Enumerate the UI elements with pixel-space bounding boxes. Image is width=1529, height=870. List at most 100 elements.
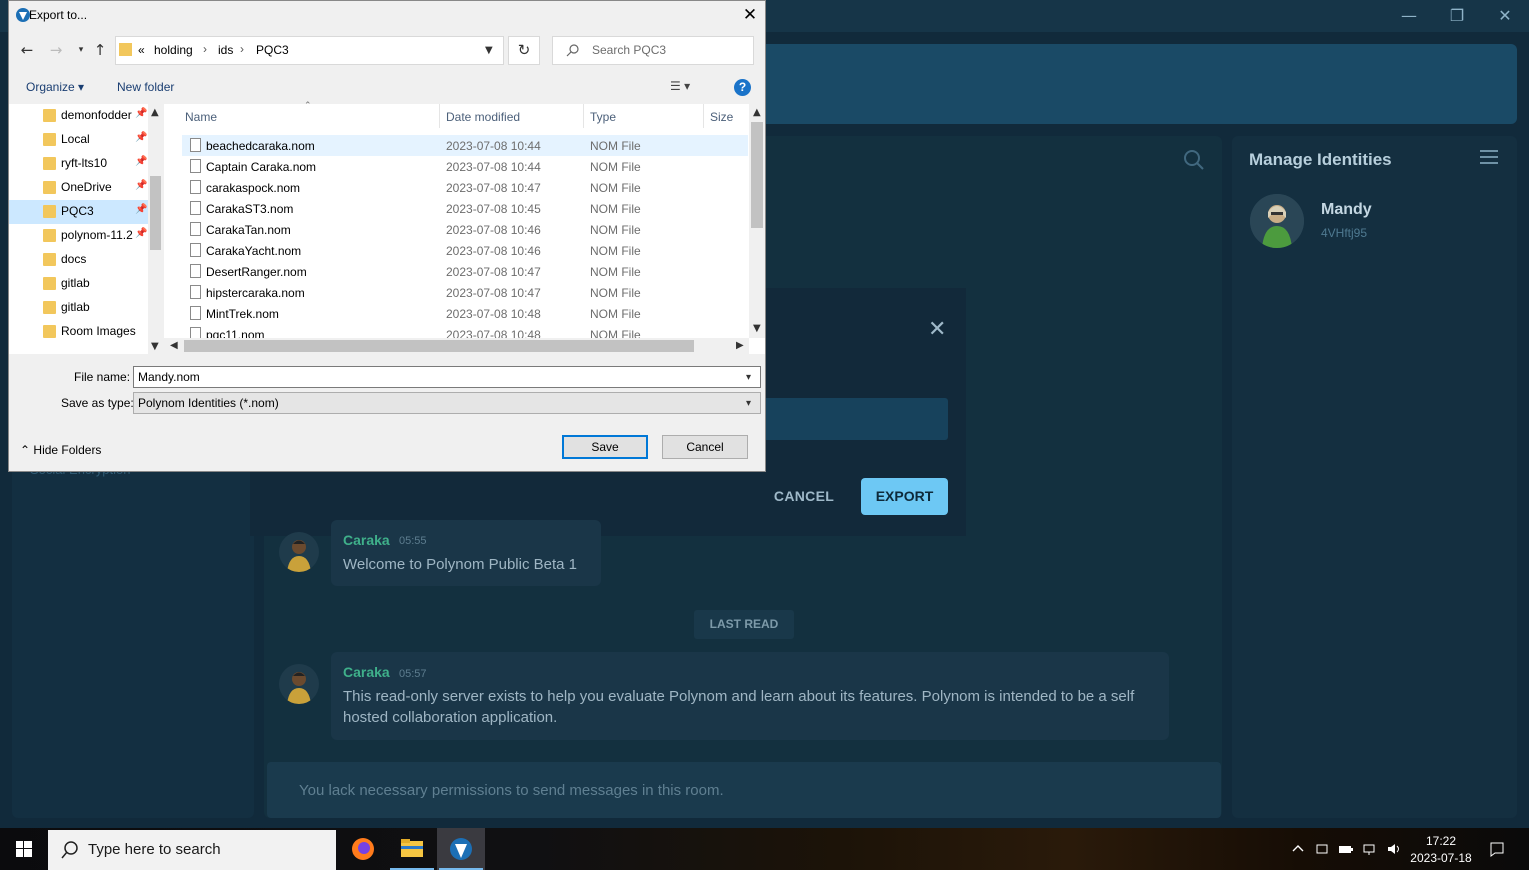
help-icon[interactable]: ?: [734, 79, 751, 96]
file-row[interactable]: beachedcaraka.nom 2023-07-08 10:44 NOM Fil…: [182, 135, 748, 156]
nav-item-demonfodder[interactable]: demonfodder 📌: [9, 104, 149, 128]
column-divider[interactable]: [703, 104, 704, 128]
close-icon[interactable]: ✕: [738, 4, 762, 26]
notifications-icon[interactable]: [1489, 841, 1505, 857]
cancel-export-button[interactable]: CANCEL: [760, 478, 848, 514]
file-date: 2023-07-08 10:47: [446, 286, 541, 300]
close-app-icon[interactable]: ✕: [1482, 4, 1528, 28]
battery-icon[interactable]: [1338, 841, 1354, 857]
scroll-down-icon[interactable]: ▼: [151, 341, 159, 352]
pin-icon: 📌: [135, 228, 148, 239]
scroll-up-icon[interactable]: ▲: [151, 107, 159, 118]
file-icon: [190, 306, 201, 320]
view-options-icon[interactable]: ☰ ▾: [670, 79, 710, 97]
file-row[interactable]: CarakaTan.nom 2023-07-08 10:46 NOM File: [182, 219, 748, 240]
file-row[interactable]: Captain Caraka.nom 2023-07-08 10:44 NOM Fi…: [182, 156, 748, 177]
avatar[interactable]: [1250, 194, 1304, 248]
file-type: NOM File: [590, 307, 641, 321]
file-row[interactable]: pqc11.nom 2023-07-08 10:48 NOM File: [182, 324, 748, 338]
folder-icon: [43, 181, 56, 194]
search-icon[interactable]: [1182, 148, 1206, 172]
file-row[interactable]: hipstercaraka.nom 2023-07-08 10:47 NOM Fil…: [182, 282, 748, 303]
file-name-field[interactable]: [133, 366, 761, 388]
scroll-right-icon[interactable]: ▶: [736, 340, 744, 351]
chevron-down-icon[interactable]: ▾: [746, 398, 751, 409]
folder-icon: [119, 43, 132, 56]
file-row[interactable]: carakaspock.nom 2023-07-08 10:47 NOM File: [182, 177, 748, 198]
chevron-down-icon[interactable]: ▼: [485, 45, 493, 56]
identity-name[interactable]: Mandy: [1321, 201, 1372, 219]
nav-item-polynom[interactable]: polynom-11.2 📌: [9, 224, 149, 248]
nav-item-onedrive[interactable]: OneDrive 📌: [9, 176, 149, 200]
up-arrow-icon[interactable]: ↑: [90, 40, 110, 60]
column-divider[interactable]: [583, 104, 584, 128]
scroll-down-icon[interactable]: ▼: [753, 323, 761, 334]
close-icon[interactable]: ✕: [928, 319, 948, 341]
nav-item-room-images[interactable]: Room Images: [9, 320, 149, 344]
meet-now-icon[interactable]: [1314, 841, 1330, 857]
organize-menu[interactable]: Organize ▾: [26, 80, 84, 94]
cancel-button[interactable]: Cancel: [662, 435, 748, 459]
nav-item-ryft-lts10[interactable]: ryft-lts10 📌: [9, 152, 149, 176]
windows-start-icon[interactable]: [0, 828, 48, 870]
file-type: NOM File: [590, 202, 641, 216]
file-date: 2023-07-08 10:48: [446, 307, 541, 321]
vertical-scrollbar-thumb[interactable]: [751, 122, 763, 228]
column-size[interactable]: Size: [710, 110, 733, 124]
save-type-label: Save as type:: [61, 396, 134, 410]
column-date[interactable]: Date modified: [446, 110, 520, 124]
new-folder-button[interactable]: New folder: [117, 80, 174, 94]
chevron-up-icon[interactable]: [1290, 841, 1306, 857]
scroll-up-icon[interactable]: ▲: [753, 107, 761, 118]
file-type: NOM File: [590, 160, 641, 174]
avatar[interactable]: [279, 532, 319, 572]
back-arrow-icon[interactable]: ←: [17, 40, 37, 60]
file-type: NOM File: [590, 286, 641, 300]
file-row[interactable]: CarakaST3.nom 2023-07-08 10:45 NOM File: [182, 198, 748, 219]
nav-item-gitlab[interactable]: gitlab: [9, 272, 149, 296]
chevron-right-icon[interactable]: ›: [203, 42, 207, 56]
horizontal-scrollbar-thumb[interactable]: [184, 340, 694, 352]
file-name-value[interactable]: Mandy.nom: [138, 370, 200, 384]
column-divider[interactable]: [439, 104, 440, 128]
scroll-left-icon[interactable]: ◀: [170, 340, 178, 351]
breadcrumb-pqc3[interactable]: PQC3: [256, 43, 289, 57]
message-author[interactable]: Caraka: [343, 532, 390, 548]
message-author[interactable]: Caraka: [343, 664, 390, 680]
volume-icon[interactable]: [1386, 841, 1402, 857]
nav-item-pqc3[interactable]: PQC3 📌: [9, 200, 149, 224]
breadcrumb-prefix[interactable]: «: [138, 43, 145, 57]
breadcrumb-holding[interactable]: holding: [154, 43, 193, 57]
pin-icon: 📌: [135, 132, 148, 143]
clock-time[interactable]: 17:22: [1408, 834, 1474, 848]
nav-item-local[interactable]: Local 📌: [9, 128, 149, 152]
hide-folders-toggle[interactable]: ⌃ Hide Folders: [20, 443, 101, 457]
breadcrumb-ids[interactable]: ids: [218, 43, 233, 57]
export-button[interactable]: EXPORT: [861, 478, 948, 515]
chevron-down-icon[interactable]: ▾: [746, 372, 751, 383]
restore-icon[interactable]: ❐: [1434, 4, 1480, 28]
refresh-icon[interactable]: ↻: [508, 36, 540, 65]
minimize-icon[interactable]: —: [1386, 4, 1432, 28]
nav-item-gitlab-2[interactable]: gitlab: [9, 296, 149, 320]
chevron-right-icon[interactable]: ›: [240, 42, 244, 56]
forward-arrow-icon[interactable]: →: [46, 40, 66, 60]
file-row[interactable]: CarakaYacht.nom 2023-07-08 10:46 NOM File: [182, 240, 748, 261]
menu-icon[interactable]: [1480, 150, 1498, 168]
column-type[interactable]: Type: [590, 110, 616, 124]
file-row[interactable]: MintTrek.nom 2023-07-08 10:48 NOM File: [182, 303, 748, 324]
polynom-app-icon[interactable]: [437, 828, 485, 870]
firefox-icon[interactable]: [339, 828, 387, 870]
file-icon: [190, 243, 201, 257]
network-icon[interactable]: [1362, 841, 1378, 857]
clock-date[interactable]: 2023-07-18: [1408, 851, 1474, 865]
save-button[interactable]: Save: [562, 435, 648, 459]
organize-label: Organize: [26, 80, 75, 94]
file-row[interactable]: DesertRanger.nom 2023-07-08 10:47 NOM File: [182, 261, 748, 282]
avatar[interactable]: [279, 664, 319, 704]
nav-scrollbar-thumb[interactable]: [150, 176, 161, 250]
column-name[interactable]: Name: [185, 110, 217, 124]
file-explorer-icon[interactable]: [388, 828, 436, 870]
nav-item-docs[interactable]: docs: [9, 248, 149, 272]
recent-locations-icon[interactable]: ▾: [71, 40, 91, 60]
